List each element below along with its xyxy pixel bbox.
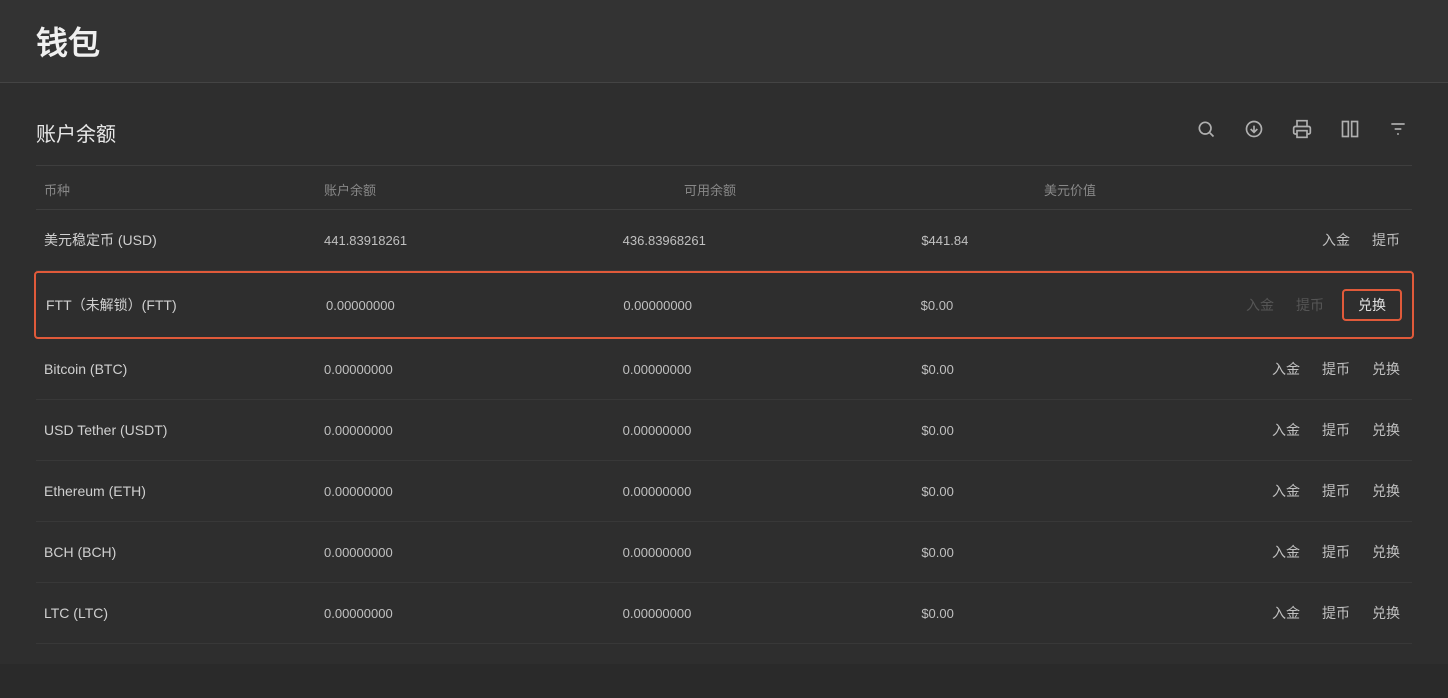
withdraw-button[interactable]: 提币 — [1318, 601, 1354, 625]
exchange-button[interactable]: 兑换 — [1368, 357, 1404, 381]
table-row: FTT（未解锁）(FTT) 0.00000000 0.00000000 $0.0… — [34, 271, 1414, 339]
currency-name: 美元稳定币 (USD) — [36, 230, 316, 250]
usd-value: $0.00 — [913, 423, 1212, 438]
col-header-balance: 账户余额 — [316, 180, 676, 199]
balance-value: 0.00000000 — [316, 362, 615, 377]
currency-name: Bitcoin (BTC) — [36, 361, 316, 377]
row-actions: 入金 提币 兑换 — [1212, 418, 1412, 442]
available-value: 0.00000000 — [615, 362, 914, 377]
currency-name: USD Tether (USDT) — [36, 422, 316, 438]
available-value: 0.00000000 — [615, 606, 914, 621]
withdraw-button[interactable]: 提币 — [1318, 540, 1354, 564]
main-content: 账户余额 — [0, 83, 1448, 664]
usd-value: $441.84 — [913, 233, 1212, 248]
available-value: 0.00000000 — [615, 545, 914, 560]
currency-name: LTC (LTC) — [36, 605, 316, 621]
available-value: 436.83968261 — [615, 233, 914, 248]
toolbar-icons — [1192, 115, 1412, 149]
deposit-button: 入金 — [1242, 293, 1278, 317]
row-actions: 入金 提币 兑换 — [1212, 357, 1412, 381]
usd-value: $0.00 — [913, 606, 1212, 621]
balance-value: 0.00000000 — [316, 545, 615, 560]
table-row: LTC (LTC) 0.00000000 0.00000000 $0.00 入金… — [36, 583, 1412, 644]
balance-table: 币种 账户余额 可用余额 美元价值 美元稳定币 (USD) 441.839182… — [36, 166, 1412, 644]
table-row: Ethereum (ETH) 0.00000000 0.00000000 $0.… — [36, 461, 1412, 522]
table-row: USD Tether (USDT) 0.00000000 0.00000000 … — [36, 400, 1412, 461]
table-row: 美元稳定币 (USD) 441.83918261 436.83968261 $4… — [36, 210, 1412, 271]
row-actions: 入金 提币 兑换 — [1212, 540, 1412, 564]
currency-name: Ethereum (ETH) — [36, 483, 316, 499]
col-header-currency: 币种 — [36, 180, 316, 199]
section-header: 账户余额 — [36, 103, 1412, 166]
page-header: 钱包 — [0, 0, 1448, 83]
withdraw-button[interactable]: 提币 — [1368, 228, 1404, 252]
deposit-button[interactable]: 入金 — [1268, 540, 1304, 564]
available-value: 0.00000000 — [615, 423, 914, 438]
row-actions: 入金 提币 兑换 — [1212, 479, 1412, 503]
row-actions: 入金 提币 — [1212, 228, 1412, 252]
deposit-button[interactable]: 入金 — [1268, 418, 1304, 442]
balance-value: 0.00000000 — [316, 606, 615, 621]
table-row: Bitcoin (BTC) 0.00000000 0.00000000 $0.0… — [36, 339, 1412, 400]
deposit-button[interactable]: 入金 — [1268, 479, 1304, 503]
withdraw-button[interactable]: 提币 — [1318, 418, 1354, 442]
col-header-available: 可用余额 — [676, 180, 1036, 199]
currency-name: FTT（未解锁）(FTT) — [38, 295, 318, 315]
page-title: 钱包 — [36, 18, 1412, 64]
filter-icon[interactable] — [1384, 115, 1412, 149]
download-icon[interactable] — [1240, 115, 1268, 149]
usd-value: $0.00 — [913, 484, 1212, 499]
deposit-button[interactable]: 入金 — [1268, 357, 1304, 381]
withdraw-button[interactable]: 提币 — [1318, 357, 1354, 381]
available-value: 0.00000000 — [615, 484, 914, 499]
col-header-usd: 美元价值 — [1036, 180, 1396, 199]
currency-name: BCH (BCH) — [36, 544, 316, 560]
row-actions: 入金 提币 兑换 — [1210, 289, 1410, 321]
exchange-button[interactable]: 兑换 — [1368, 601, 1404, 625]
section-title: 账户余额 — [36, 118, 116, 147]
exchange-button[interactable]: 兑换 — [1342, 289, 1402, 321]
print-icon[interactable] — [1288, 115, 1316, 149]
col-header-actions — [1396, 180, 1412, 199]
usd-value: $0.00 — [913, 545, 1212, 560]
columns-icon[interactable] — [1336, 115, 1364, 149]
exchange-button[interactable]: 兑换 — [1368, 540, 1404, 564]
usd-value: $0.00 — [913, 298, 1210, 313]
balance-value: 441.83918261 — [316, 233, 615, 248]
exchange-button[interactable]: 兑换 — [1368, 479, 1404, 503]
available-value: 0.00000000 — [615, 298, 912, 313]
exchange-button[interactable]: 兑换 — [1368, 418, 1404, 442]
usd-value: $0.00 — [913, 362, 1212, 377]
deposit-button[interactable]: 入金 — [1268, 601, 1304, 625]
deposit-button[interactable]: 入金 — [1318, 228, 1354, 252]
withdraw-button: 提币 — [1292, 293, 1328, 317]
balance-value: 0.00000000 — [316, 484, 615, 499]
balance-value: 0.00000000 — [318, 298, 615, 313]
table-header: 币种 账户余额 可用余额 美元价值 — [36, 166, 1412, 210]
search-icon[interactable] — [1192, 115, 1220, 149]
balance-value: 0.00000000 — [316, 423, 615, 438]
table-row: BCH (BCH) 0.00000000 0.00000000 $0.00 入金… — [36, 522, 1412, 583]
row-actions: 入金 提币 兑换 — [1212, 601, 1412, 625]
table-body: 美元稳定币 (USD) 441.83918261 436.83968261 $4… — [36, 210, 1412, 644]
withdraw-button[interactable]: 提币 — [1318, 479, 1354, 503]
